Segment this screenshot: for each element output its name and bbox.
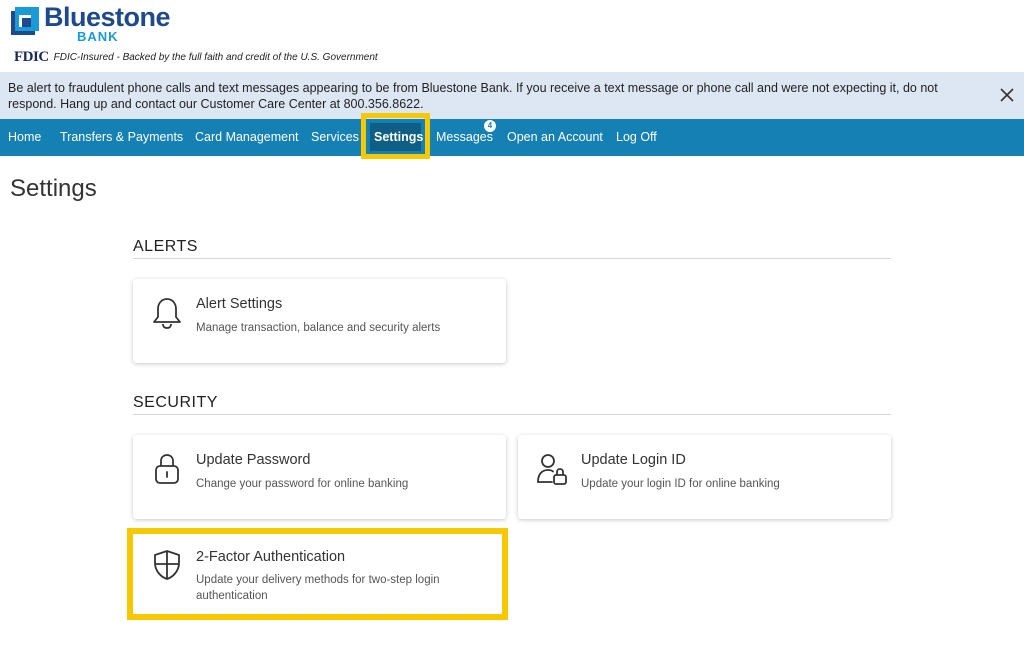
alert-settings-card[interactable]: Alert Settings Manage transaction, balan… xyxy=(133,279,506,363)
nav-card-management[interactable]: Card Management xyxy=(195,119,299,156)
two-factor-highlight-box xyxy=(127,528,508,620)
alert-settings-desc: Manage transaction, balance and security… xyxy=(196,322,441,334)
nav-transfers-payments[interactable]: Transfers & Payments xyxy=(60,119,183,156)
alerts-section-title: ALERTS xyxy=(133,238,198,255)
nav-open-account[interactable]: Open an Account xyxy=(507,119,603,156)
site-header: Bluestone BANK FDIC FDIC-Insured - Backe… xyxy=(0,0,1024,72)
alerts-divider xyxy=(133,258,891,259)
close-icon[interactable] xyxy=(998,86,1016,104)
security-section-title: SECURITY xyxy=(133,394,218,411)
update-login-id-desc: Update your login ID for online banking xyxy=(581,478,780,490)
nav-log-off[interactable]: Log Off xyxy=(616,119,657,156)
lock-icon xyxy=(155,454,179,484)
update-password-desc: Change your password for online banking xyxy=(196,478,409,490)
update-password-card[interactable]: Update Password Change your password for… xyxy=(133,435,506,519)
fdic-notice: FDIC FDIC-Insured - Backed by the full f… xyxy=(14,49,378,66)
settings-highlight-box xyxy=(361,113,430,159)
brand-name: Bluestone xyxy=(44,2,171,32)
bluestone-logo-icon xyxy=(11,7,39,35)
nav-services[interactable]: Services xyxy=(311,119,359,156)
update-password-title: Update Password xyxy=(196,452,311,468)
user-lock-icon xyxy=(537,454,567,485)
update-login-id-title: Update Login ID xyxy=(581,452,686,468)
nav-home[interactable]: Home xyxy=(8,119,41,156)
fdic-logo: FDIC xyxy=(14,49,49,65)
banner-text: Be alert to fraudulent phone calls and t… xyxy=(8,81,938,111)
update-login-id-card[interactable]: Update Login ID Update your login ID for… xyxy=(518,435,891,519)
messages-count-badge: 4 xyxy=(484,120,496,132)
bank-logo[interactable]: Bluestone BANK xyxy=(11,2,171,43)
fraud-alert-banner: Be alert to fraudulent phone calls and t… xyxy=(0,72,1024,119)
security-divider xyxy=(133,414,891,415)
fdic-text: FDIC-Insured - Backed by the full faith … xyxy=(53,52,378,63)
page-title: Settings xyxy=(10,175,97,202)
bell-icon xyxy=(153,298,181,329)
alert-settings-title: Alert Settings xyxy=(196,296,283,312)
